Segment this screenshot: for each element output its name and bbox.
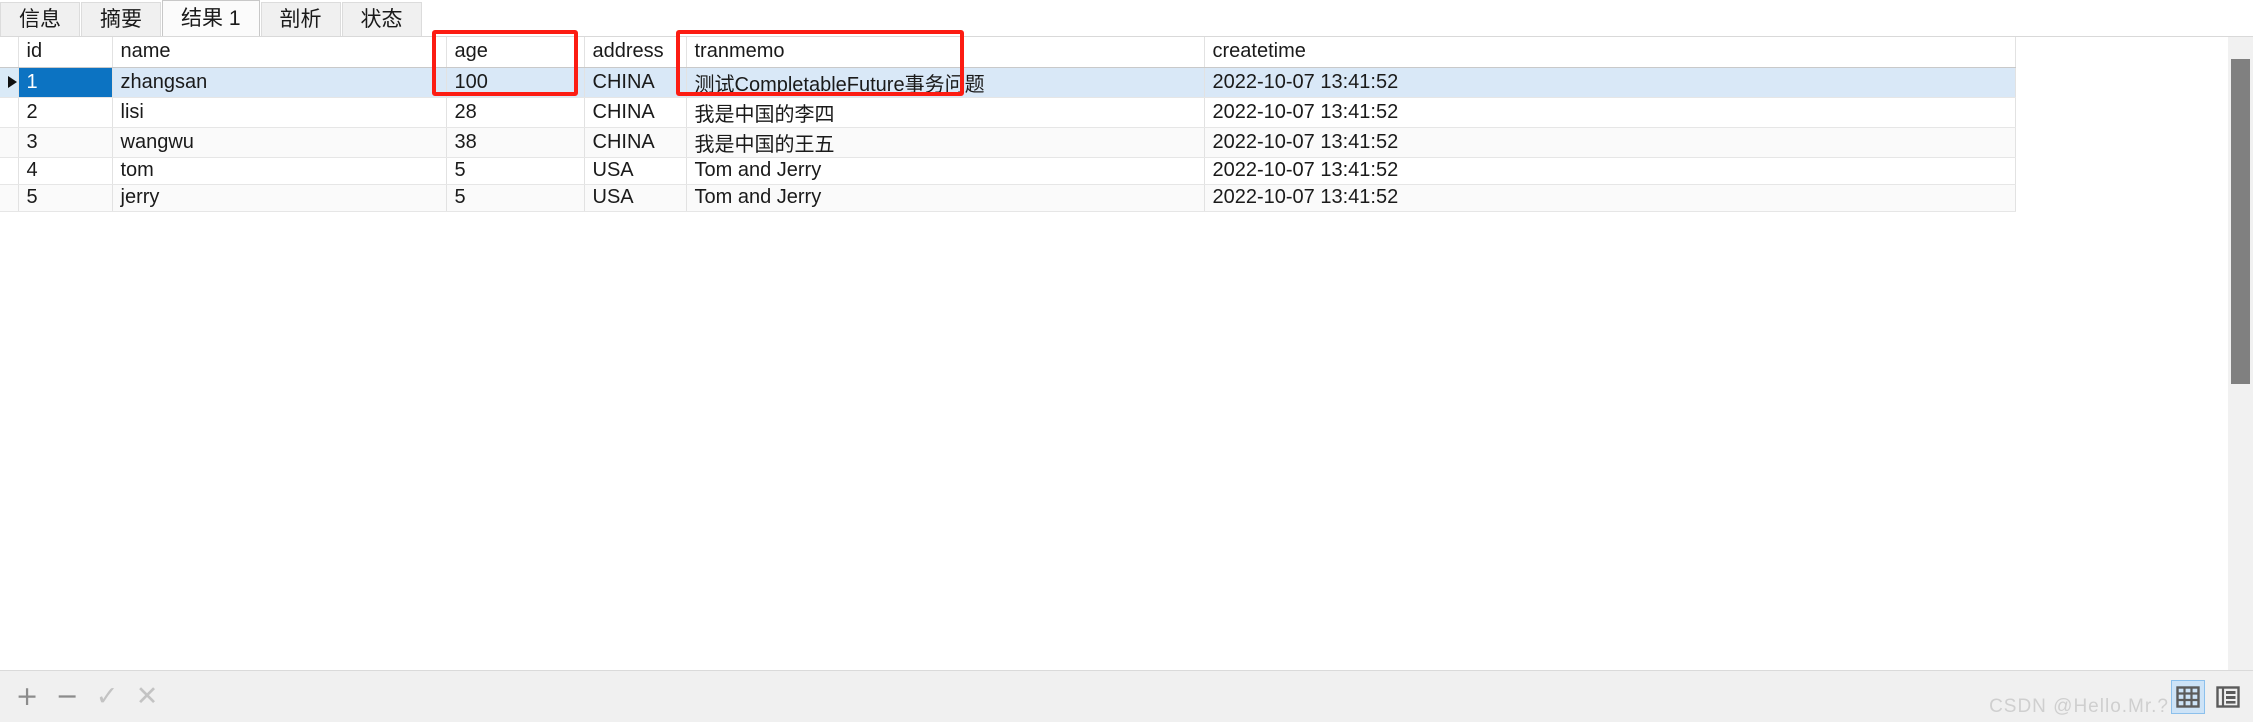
result-grid-container[interactable]: id name age address tranmemo createtime … [0,36,2253,670]
cell-id[interactable]: 4 [18,157,113,185]
cell-address[interactable]: USA [584,184,687,212]
form-view-button[interactable] [2211,680,2245,714]
cell-createtime[interactable]: 2022-10-07 13:41:52 [1204,67,2016,98]
tab-summary[interactable]: 摘要 [81,2,161,36]
cell-id[interactable]: 2 [18,97,113,128]
cell-address[interactable]: CHINA [584,97,687,128]
vertical-scrollbar-thumb[interactable] [2231,59,2250,384]
cell-name[interactable]: wangwu [112,127,447,158]
grid-body: 1 zhangsan 100 CHINA 测试CompletableFuture… [0,67,2016,212]
cell-tranmemo[interactable]: Tom and Jerry [686,157,1205,185]
vertical-scrollbar[interactable] [2228,37,2253,670]
row-indicator[interactable] [0,157,19,185]
result-grid: id name age address tranmemo createtime … [0,37,2016,212]
cell-createtime[interactable]: 2022-10-07 13:41:52 [1204,127,2016,158]
csdn-watermark: CSDN @Hello.Mr.? [1989,696,2169,717]
cell-address[interactable]: CHINA [584,67,687,98]
column-header-id[interactable]: id [18,37,113,68]
cell-tranmemo[interactable]: 我是中国的王五 [686,127,1205,158]
grid-view-icon [2176,686,2200,708]
cell-age[interactable]: 5 [446,157,585,185]
cell-id[interactable]: 5 [18,184,113,212]
cell-address[interactable]: USA [584,157,687,185]
row-indicator[interactable] [0,67,19,98]
grid-header-row: id name age address tranmemo createtime [0,37,2016,68]
delete-record-button[interactable]: − [50,680,84,714]
cross-icon: ✕ [135,681,159,712]
cell-tranmemo[interactable]: 测试CompletableFuture事务问题 [686,67,1205,98]
current-row-arrow-icon [8,76,17,89]
column-header-age[interactable]: age [446,37,585,68]
apply-changes-button[interactable]: ✓ [90,680,124,714]
cell-age[interactable]: 100 [446,67,585,98]
cell-address[interactable]: CHINA [584,127,687,158]
view-mode-switcher [2171,680,2245,714]
cell-name[interactable]: jerry [112,184,447,212]
form-view-icon [2216,686,2240,708]
table-row[interactable]: 5 jerry 5 USA Tom and Jerry 2022-10-07 1… [0,184,2016,212]
table-row[interactable]: 2 lisi 28 CHINA 我是中国的李四 2022-10-07 13:41… [0,97,2016,128]
record-action-buttons: + − ✓ ✕ [0,680,164,714]
row-indicator[interactable] [0,184,19,212]
check-icon: ✓ [95,681,119,712]
row-indicator-header [0,37,19,68]
cell-tranmemo[interactable]: Tom and Jerry [686,184,1205,212]
cell-createtime[interactable]: 2022-10-07 13:41:52 [1204,157,2016,185]
row-indicator[interactable] [0,127,19,158]
cell-tranmemo[interactable]: 我是中国的李四 [686,97,1205,128]
tab-status[interactable]: 状态 [341,2,422,36]
cell-name[interactable]: zhangsan [112,67,447,98]
discard-changes-button[interactable]: ✕ [130,680,164,714]
results-tabbar: 信息 摘要 结果 1 剖析 状态 [0,0,2253,36]
column-header-address[interactable]: address [584,37,687,68]
minus-icon: − [55,681,79,712]
record-navigation-bar: + − ✓ ✕ [0,670,2253,722]
tab-profile[interactable]: 剖析 [260,2,341,36]
grid-view-button[interactable] [2171,680,2205,714]
add-record-button[interactable]: + [10,680,44,714]
column-header-createtime[interactable]: createtime [1204,37,2016,68]
tab-info[interactable]: 信息 [0,2,80,36]
cell-age[interactable]: 38 [446,127,585,158]
row-indicator[interactable] [0,97,19,128]
table-row[interactable]: 3 wangwu 38 CHINA 我是中国的王五 2022-10-07 13:… [0,127,2016,158]
cell-createtime[interactable]: 2022-10-07 13:41:52 [1204,97,2016,128]
cell-name[interactable]: lisi [112,97,447,128]
table-row[interactable]: 1 zhangsan 100 CHINA 测试CompletableFuture… [0,67,2016,98]
column-header-name[interactable]: name [112,37,447,68]
tab-result-1[interactable]: 结果 1 [162,0,260,36]
cell-id[interactable]: 1 [18,67,113,98]
cell-createtime[interactable]: 2022-10-07 13:41:52 [1204,184,2016,212]
column-header-tranmemo[interactable]: tranmemo [686,37,1205,68]
cell-name[interactable]: tom [112,157,447,185]
cell-age[interactable]: 28 [446,97,585,128]
plus-icon: + [15,681,39,712]
cell-age[interactable]: 5 [446,184,585,212]
table-row[interactable]: 4 tom 5 USA Tom and Jerry 2022-10-07 13:… [0,157,2016,185]
cell-id[interactable]: 3 [18,127,113,158]
